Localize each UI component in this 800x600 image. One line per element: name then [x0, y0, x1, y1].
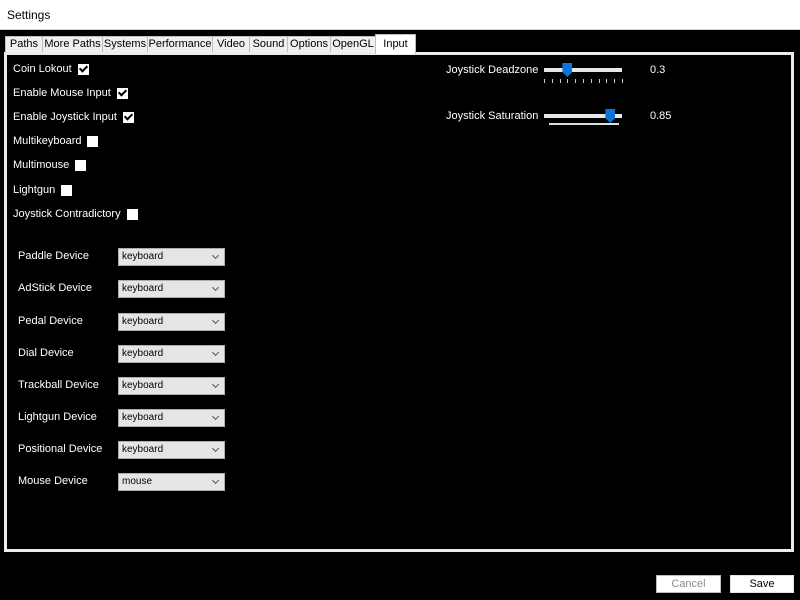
chevron-down-icon	[211, 283, 220, 292]
multimouse-label: Multimouse	[13, 159, 70, 171]
save-button[interactable]: Save	[730, 575, 794, 593]
tab-systems[interactable]: Systems	[102, 36, 148, 53]
dial-device-label: Dial Device	[18, 347, 74, 359]
coin-lockout-row: Coin Lokout	[13, 61, 89, 77]
chevron-down-icon	[211, 412, 220, 421]
trackball-device-label: Trackball Device	[18, 379, 99, 391]
lightgun-label: Lightgun	[13, 184, 56, 196]
mouse-device-value: mouse	[122, 476, 153, 487]
slider-tick	[544, 79, 545, 83]
coin-lockout-checkbox[interactable]	[77, 63, 89, 75]
joystick-contradictory-row: Joystick Contradictory	[13, 206, 138, 222]
slider-tick	[606, 79, 608, 83]
joystick-saturation-track[interactable]	[544, 109, 622, 123]
slider-tick	[559, 79, 561, 83]
lightgun-checkbox[interactable]	[61, 184, 73, 196]
multimouse-row: Multimouse	[13, 157, 87, 173]
slider-tick	[575, 79, 577, 83]
joystick-deadzone-ticks	[544, 79, 623, 84]
positional-device-value: keyboard	[122, 444, 164, 455]
slider-tick	[567, 79, 569, 83]
lightgun-device-value: keyboard	[122, 412, 164, 423]
joystick-deadzone-row: Joystick Deadzone 0.3	[446, 62, 746, 92]
paddle-device-value: keyboard	[122, 251, 164, 262]
chevron-down-icon	[211, 348, 220, 357]
chevron-down-icon	[211, 444, 220, 453]
chevron-down-icon	[211, 251, 220, 260]
tab-more-paths[interactable]: More Paths	[42, 36, 103, 53]
lightgun-device-select[interactable]: keyboard	[118, 409, 225, 427]
slider-tick	[583, 79, 584, 83]
tab-sound[interactable]: Sound	[249, 36, 288, 53]
joystick-deadzone-thumb[interactable]	[562, 63, 573, 77]
tab-opengl[interactable]: OpenGL	[330, 36, 376, 53]
enable-joystick-input-checkbox[interactable]	[122, 111, 134, 123]
enable-mouse-input-row: Enable Mouse Input	[13, 85, 128, 101]
trackball-device-value: keyboard	[122, 380, 164, 391]
pedal-device-select[interactable]: keyboard	[118, 313, 225, 331]
slider-tick	[622, 79, 623, 83]
tab-paths[interactable]: Paths	[5, 36, 43, 53]
window-title: Settings	[7, 8, 51, 22]
adstick-device-value: keyboard	[122, 283, 164, 294]
chevron-down-icon	[211, 380, 220, 389]
joystick-saturation-label: Joystick Saturation	[446, 110, 539, 122]
adstick-device-select[interactable]: keyboard	[118, 280, 225, 298]
adstick-device-label: AdStick Device	[18, 282, 92, 294]
joystick-deadzone-value: 0.3	[650, 64, 666, 76]
joystick-contradictory-checkbox[interactable]	[126, 208, 138, 220]
enable-mouse-input-label: Enable Mouse Input	[13, 87, 111, 99]
paddle-device-label: Paddle Device	[18, 250, 89, 262]
slider-tick	[551, 79, 553, 83]
positional-device-select[interactable]: keyboard	[118, 441, 225, 459]
dial-device-select[interactable]: keyboard	[118, 345, 225, 363]
pedal-device-value: keyboard	[122, 316, 164, 327]
enable-joystick-input-label: Enable Joystick Input	[13, 111, 117, 123]
chevron-down-icon	[211, 316, 220, 325]
pedal-device-label: Pedal Device	[18, 315, 83, 327]
joystick-saturation-underline	[549, 123, 619, 125]
tab-performance[interactable]: Performance	[147, 36, 213, 53]
mouse-device-label: Mouse Device	[18, 475, 88, 487]
joystick-deadzone-label: Joystick Deadzone	[446, 64, 539, 76]
chevron-down-icon	[211, 476, 220, 485]
tab-video[interactable]: Video	[212, 36, 250, 53]
multimouse-checkbox[interactable]	[75, 159, 87, 171]
input-settings-panel: Coin Lokout Enable Mouse Input Enable Jo…	[4, 52, 794, 552]
trackball-device-select[interactable]: keyboard	[118, 377, 225, 395]
multikeyboard-label: Multikeyboard	[13, 135, 82, 147]
title-bar: Settings	[0, 0, 800, 30]
joystick-saturation-row: Joystick Saturation 0.85	[446, 108, 746, 138]
cancel-button[interactable]: Cancel	[656, 575, 721, 593]
multikeyboard-row: Multikeyboard	[13, 133, 99, 149]
joystick-contradictory-label: Joystick Contradictory	[13, 208, 121, 220]
coin-lockout-label: Coin Lokout	[13, 63, 72, 75]
positional-device-label: Positional Device	[18, 443, 103, 455]
mouse-device-select[interactable]: mouse	[118, 473, 225, 491]
multikeyboard-checkbox[interactable]	[87, 135, 99, 147]
enable-joystick-input-row: Enable Joystick Input	[13, 109, 134, 125]
slider-tick	[590, 79, 592, 83]
slider-tick	[598, 79, 600, 83]
dial-device-value: keyboard	[122, 348, 164, 359]
tab-options[interactable]: Options	[287, 36, 331, 53]
joystick-saturation-value: 0.85	[650, 110, 672, 122]
joystick-saturation-thumb[interactable]	[605, 109, 616, 123]
enable-mouse-input-checkbox[interactable]	[116, 87, 128, 99]
slider-tick	[614, 79, 616, 83]
paddle-device-select[interactable]: keyboard	[118, 248, 225, 266]
tab-input[interactable]: Input	[375, 34, 416, 54]
lightgun-device-label: Lightgun Device	[18, 411, 97, 423]
lightgun-row: Lightgun	[13, 182, 73, 198]
joystick-deadzone-track[interactable]	[544, 63, 622, 77]
